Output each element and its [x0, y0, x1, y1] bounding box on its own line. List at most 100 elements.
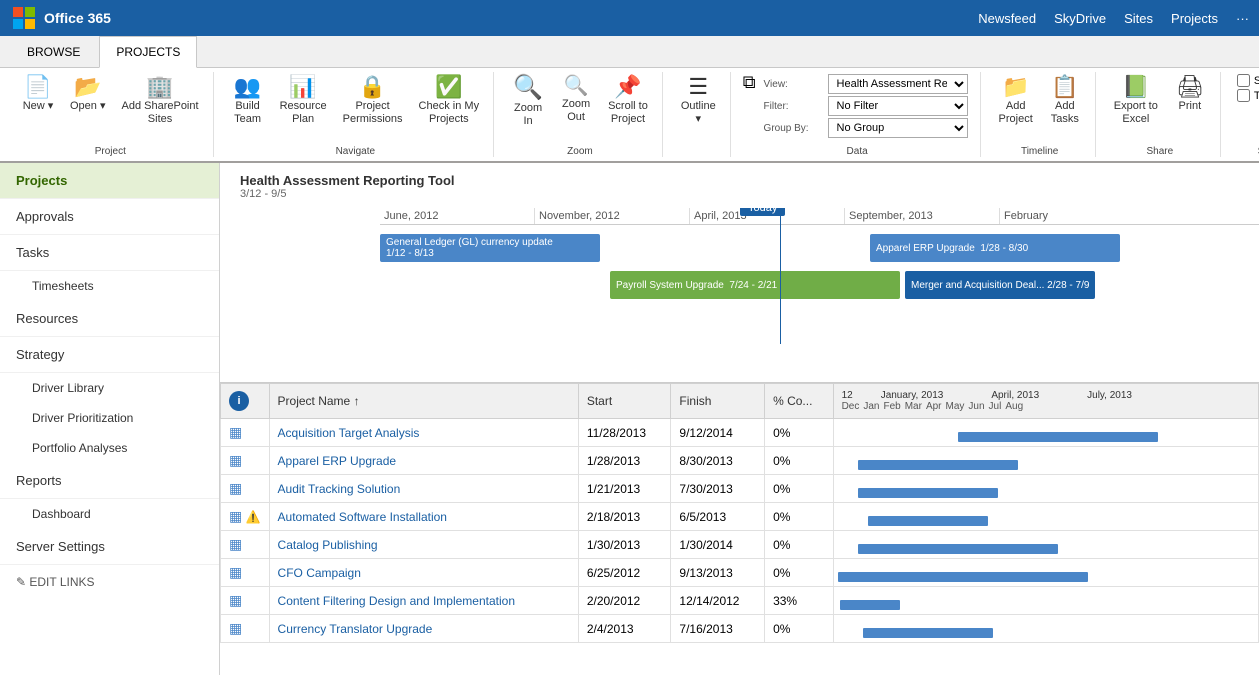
sidebar-reports-label: Reports: [16, 473, 62, 488]
gantt-timeline-container: June, 2012 November, 2012 April, 2013 To…: [380, 208, 1259, 344]
view-select[interactable]: Health Assessment Reporting Tool: [828, 74, 968, 94]
add-project-icon: 📁: [1002, 76, 1029, 98]
project-link-7[interactable]: Currency Translator Upgrade: [278, 622, 433, 636]
table-row: ▦ Content Filtering Design and Implement…: [221, 587, 1259, 615]
project-link-3[interactable]: Automated Software Installation: [278, 510, 447, 524]
zoom-in-button[interactable]: 🔍 ZoomIn: [506, 72, 550, 132]
ribbon-group-data: ⧉ View: Health Assessment Reporting Tool…: [735, 72, 981, 157]
filter-select[interactable]: No Filter: [828, 96, 968, 116]
outline-button[interactable]: ☰ Outline▾: [675, 72, 722, 130]
row-start-1: 1/28/2013: [578, 447, 671, 475]
export-to-excel-button[interactable]: 📗 Export toExcel: [1108, 72, 1164, 130]
new-button[interactable]: 📄 New ▾: [16, 72, 60, 117]
ribbon-group-outline-content: ☰ Outline▾: [675, 72, 722, 155]
groupby-select[interactable]: No Group: [828, 118, 968, 138]
row-gantt-1: [833, 447, 1258, 475]
gantt-col-months: 12 January, 2013 April, 2013 July, 2013: [842, 390, 1250, 401]
project-link-2[interactable]: Audit Tracking Solution: [278, 482, 401, 496]
tab-projects[interactable]: PROJECTS: [99, 36, 197, 68]
zoom-out-button[interactable]: 🔍 ZoomOut: [554, 72, 598, 128]
build-team-button[interactable]: 👥 BuildTeam: [226, 72, 270, 130]
subprojects-checkbox[interactable]: [1237, 74, 1250, 87]
scroll-to-project-button[interactable]: 📌 Scroll toProject: [602, 72, 654, 130]
gantt-subtitle: 3/12 - 9/5: [240, 188, 455, 200]
sidebar-item-portfolio-analyses[interactable]: Portfolio Analyses: [0, 433, 219, 463]
nav-sites[interactable]: Sites: [1124, 11, 1153, 26]
gantt-sub-may: May: [946, 401, 965, 412]
today-container: Today: [740, 208, 785, 344]
gantt-col-submonths: Dec Jan Feb Mar Apr May Jun Jul Aug: [842, 401, 1250, 412]
ribbon-group-navigate: 👥 BuildTeam 📊 ResourcePlan 🔒 ProjectPerm…: [218, 72, 495, 157]
nav-more[interactable]: ···: [1236, 11, 1249, 26]
row-icon-6: ▦: [221, 587, 270, 615]
project-link-0[interactable]: Acquisition Target Analysis: [278, 426, 420, 440]
open-button[interactable]: 📂 Open ▾: [64, 72, 112, 117]
nav-skydrive[interactable]: SkyDrive: [1054, 11, 1106, 26]
project-link-6[interactable]: Content Filtering Design and Implementat…: [278, 594, 515, 608]
gantt-area: Health Assessment Reporting Tool 3/12 - …: [220, 163, 1259, 383]
sidebar-item-driver-prioritization[interactable]: Driver Prioritization: [0, 403, 219, 433]
timewithdate-checkbox[interactable]: [1237, 89, 1250, 102]
sidebar-item-server-settings[interactable]: Server Settings: [0, 529, 219, 565]
project-link-5[interactable]: CFO Campaign: [278, 566, 361, 580]
tab-browse[interactable]: BROWSE: [10, 36, 97, 67]
row-pct-6: 33%: [765, 587, 834, 615]
add-sharepoint-label: Add SharePointSites: [122, 100, 199, 126]
mini-gantt-bar-4: [858, 544, 1058, 554]
zoom-out-label: ZoomOut: [562, 98, 590, 124]
gantt-sub-mar: Mar: [905, 401, 922, 412]
sidebar-item-tasks[interactable]: Tasks: [0, 235, 219, 271]
col-project-name: Project Name ↑: [269, 384, 578, 419]
gantt-sub-jul: Jul: [989, 401, 1002, 412]
col-start: Start: [578, 384, 671, 419]
sidebar-item-approvals[interactable]: Approvals: [0, 199, 219, 235]
sidebar-edit-links[interactable]: ✎ EDIT LINKS: [0, 565, 219, 599]
zoom-group-label: Zoom: [506, 144, 654, 157]
top-nav: Newsfeed SkyDrive Sites Projects ···: [978, 11, 1249, 26]
groupby-row: Group By: No Group: [764, 118, 968, 138]
view-label: View:: [764, 79, 824, 90]
project-permissions-button[interactable]: 🔒 ProjectPermissions: [337, 72, 409, 130]
row-icon-7: ▦: [221, 615, 270, 643]
table-row: ▦ Audit Tracking Solution 1/21/2013 7/30…: [221, 475, 1259, 503]
sidebar-item-reports[interactable]: Reports: [0, 463, 219, 499]
sidebar-approvals-label: Approvals: [16, 209, 74, 224]
add-tasks-button[interactable]: 📋 AddTasks: [1043, 72, 1087, 130]
sidebar-item-timesheets[interactable]: Timesheets: [0, 271, 219, 301]
project-link-4[interactable]: Catalog Publishing: [278, 538, 378, 552]
check-in-my-projects-button[interactable]: ✅ Check in MyProjects: [413, 72, 486, 130]
sidebar-item-driver-library[interactable]: Driver Library: [0, 373, 219, 403]
zoom-in-icon: 🔍: [513, 76, 543, 100]
print-button[interactable]: 🖨 Print: [1168, 72, 1212, 117]
subprojects-row: Subprojects: [1237, 74, 1259, 87]
sidebar-item-projects[interactable]: Projects: [0, 163, 219, 199]
project-link-1[interactable]: Apparel ERP Upgrade: [278, 454, 397, 468]
add-project-label: AddProject: [999, 100, 1033, 126]
row-gantt-4: [833, 531, 1258, 559]
sidebar-projects-label: Projects: [16, 173, 67, 188]
row-icon-4: ▦: [221, 531, 270, 559]
sidebar-item-resources[interactable]: Resources: [0, 301, 219, 337]
project-table-body: ▦ Acquisition Target Analysis 11/28/2013…: [221, 419, 1259, 643]
add-sharepoint-sites-button[interactable]: 🏢 Add SharePointSites: [116, 72, 205, 130]
content-area: Health Assessment Reporting Tool 3/12 - …: [220, 163, 1259, 675]
open-label: Open ▾: [70, 100, 106, 113]
check-in-label: Check in MyProjects: [419, 100, 480, 126]
nav-newsfeed[interactable]: Newsfeed: [978, 11, 1036, 26]
scroll-to-project-label: Scroll toProject: [608, 100, 648, 126]
mini-gantt-bar-6: [840, 600, 900, 610]
sidebar-driver-library-label: Driver Library: [32, 381, 104, 395]
sidebar-item-dashboard[interactable]: Dashboard: [0, 499, 219, 529]
nav-projects[interactable]: Projects: [1171, 11, 1218, 26]
resource-plan-button[interactable]: 📊 ResourcePlan: [274, 72, 333, 130]
table-row: ▦ Currency Translator Upgrade 2/4/2013 7…: [221, 615, 1259, 643]
row-start-6: 2/20/2012: [578, 587, 671, 615]
build-team-icon: 👥: [234, 76, 261, 98]
mini-gantt-bar-0: [958, 432, 1158, 442]
add-project-button[interactable]: 📁 AddProject: [993, 72, 1039, 130]
row-pct-1: 0%: [765, 447, 834, 475]
zoom-in-label: ZoomIn: [514, 102, 542, 128]
row-icon-2: ▦: [221, 475, 270, 503]
filter-row: Filter: No Filter: [764, 96, 968, 116]
sidebar-item-strategy[interactable]: Strategy: [0, 337, 219, 373]
